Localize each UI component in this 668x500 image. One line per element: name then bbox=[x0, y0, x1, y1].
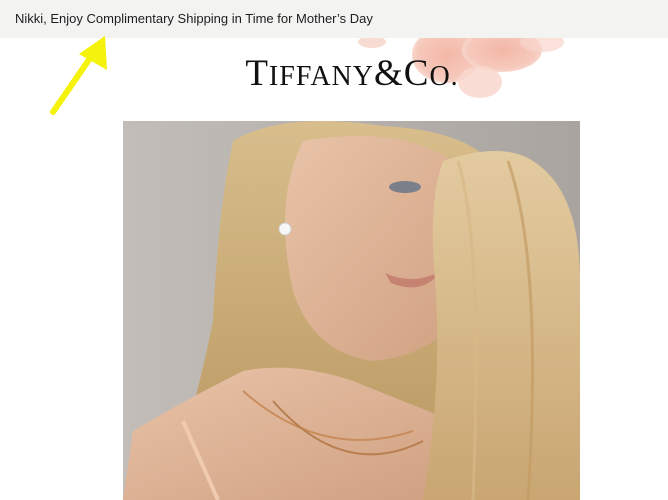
logo-letters: IFFANY bbox=[268, 61, 374, 92]
logo-ampersand: & bbox=[373, 53, 404, 94]
logo-letter: T bbox=[245, 53, 269, 94]
logo-letters: O. bbox=[429, 61, 459, 92]
email-subject: Nikki, Enjoy Complimentary Shipping in T… bbox=[15, 11, 373, 26]
logo-letter: C bbox=[403, 53, 430, 94]
arrow-annotation-icon bbox=[50, 36, 107, 115]
email-page: Nikki, Enjoy Complimentary Shipping in T… bbox=[0, 0, 668, 500]
hero-image[interactable] bbox=[123, 121, 580, 500]
